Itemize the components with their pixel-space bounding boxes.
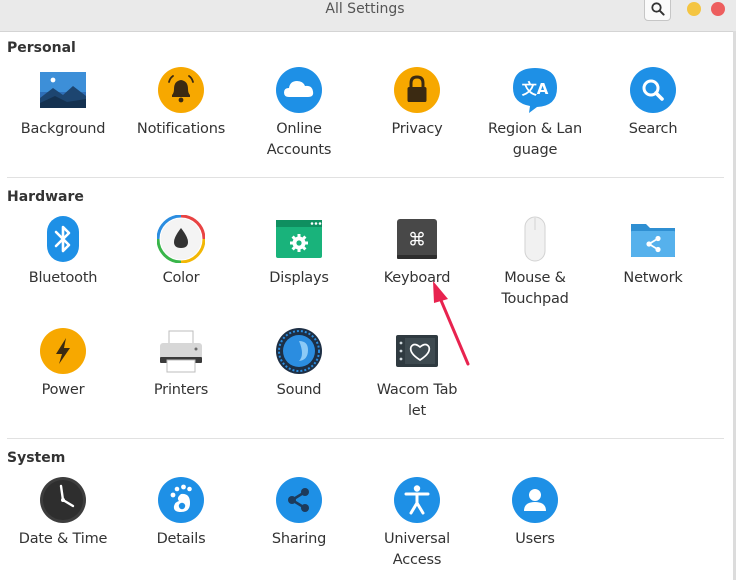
settings-item-label: Region & Lan guage xyxy=(488,121,582,158)
network-folder-icon xyxy=(631,224,675,257)
section-title-personal: Personal xyxy=(7,40,76,56)
settings-item-wacom-tablet[interactable]: Wacom Tab let xyxy=(358,327,476,422)
settings-item-sound[interactable]: Sound xyxy=(240,327,358,401)
magnifier-icon xyxy=(630,67,676,113)
mouse-icon xyxy=(524,216,546,262)
settings-item-notifications[interactable]: Notifications xyxy=(122,66,240,140)
settings-item-label: Displays xyxy=(269,270,329,286)
settings-item-region-language[interactable]: 文A Region & Lan guage xyxy=(476,66,594,161)
settings-item-label: Date & Time xyxy=(18,531,108,547)
settings-item-label: Sharing xyxy=(271,531,327,547)
settings-item-label: Network xyxy=(623,270,683,286)
settings-item-label: Privacy xyxy=(391,121,443,137)
settings-item-label: Search xyxy=(628,121,678,137)
settings-item-mouse-touchpad[interactable]: Mouse & Touchpad xyxy=(476,215,594,310)
settings-item-label: Mouse & Touchpad xyxy=(501,270,569,307)
lock-icon xyxy=(394,67,440,113)
settings-item-network[interactable]: Network xyxy=(594,215,712,289)
settings-item-privacy[interactable]: Privacy xyxy=(358,66,476,140)
display-icon xyxy=(276,220,322,258)
window-title: All Settings xyxy=(325,1,405,17)
clock-icon xyxy=(40,477,86,523)
settings-item-label: Users xyxy=(515,531,555,547)
printer-icon xyxy=(160,330,202,373)
settings-window: All Settings Personal Background Notific… xyxy=(0,0,736,580)
settings-item-color[interactable]: Color xyxy=(122,215,240,289)
section-divider xyxy=(7,177,724,178)
minimize-button[interactable] xyxy=(687,2,701,16)
settings-item-displays[interactable]: Displays xyxy=(240,215,358,289)
bell-icon xyxy=(158,67,204,113)
tablet-icon xyxy=(396,335,438,367)
settings-item-users[interactable]: Users xyxy=(476,476,594,550)
settings-item-label: Power xyxy=(41,382,85,398)
settings-item-background[interactable]: Background xyxy=(4,66,122,140)
settings-item-date-time[interactable]: Date & Time xyxy=(4,476,122,550)
settings-item-printers[interactable]: Printers xyxy=(122,327,240,401)
settings-item-universal-access[interactable]: Universal Access xyxy=(358,476,476,571)
settings-item-power[interactable]: Power xyxy=(4,327,122,401)
settings-item-label: Color xyxy=(162,270,200,286)
settings-item-label: Notifications xyxy=(136,121,226,137)
title-bar: All Settings xyxy=(0,0,736,32)
settings-item-label: Printers xyxy=(153,382,209,398)
language-icon: 文A xyxy=(513,68,557,113)
speaker-icon xyxy=(276,328,322,374)
search-button[interactable] xyxy=(644,0,671,21)
bluetooth-icon xyxy=(47,216,79,262)
background-icon xyxy=(40,72,86,108)
settings-item-bluetooth[interactable]: Bluetooth xyxy=(4,215,122,289)
svg-text:⌘: ⌘ xyxy=(408,230,426,251)
section-title-hardware: Hardware xyxy=(7,189,84,205)
settings-item-keyboard[interactable]: ⌘ Keyboard xyxy=(358,215,476,289)
settings-item-search[interactable]: Search xyxy=(594,66,712,140)
settings-item-label: Keyboard xyxy=(383,270,451,286)
color-icon xyxy=(157,215,205,263)
close-button[interactable] xyxy=(711,2,725,16)
user-icon xyxy=(512,477,558,523)
settings-item-label: Sound xyxy=(276,382,322,398)
settings-item-label: Online Accounts xyxy=(266,121,332,158)
svg-text:文A: 文A xyxy=(522,80,549,98)
settings-item-label: Background xyxy=(20,121,106,137)
settings-item-label: Universal Access xyxy=(384,531,450,568)
settings-item-sharing[interactable]: Sharing xyxy=(240,476,358,550)
section-divider xyxy=(7,438,724,439)
accessibility-icon xyxy=(394,477,440,523)
settings-item-label: Bluetooth xyxy=(28,270,98,286)
section-title-system: System xyxy=(7,450,66,466)
power-bolt-icon xyxy=(40,328,86,374)
settings-item-online-accounts[interactable]: Online Accounts xyxy=(240,66,358,161)
share-icon xyxy=(276,477,322,523)
settings-item-label: Wacom Tab let xyxy=(376,382,458,419)
settings-item-label: Details xyxy=(156,531,206,547)
gnome-foot-icon xyxy=(158,477,204,523)
settings-item-details[interactable]: Details xyxy=(122,476,240,550)
cloud-icon xyxy=(276,67,322,113)
search-icon xyxy=(650,1,665,16)
keyboard-icon: ⌘ xyxy=(397,219,437,259)
